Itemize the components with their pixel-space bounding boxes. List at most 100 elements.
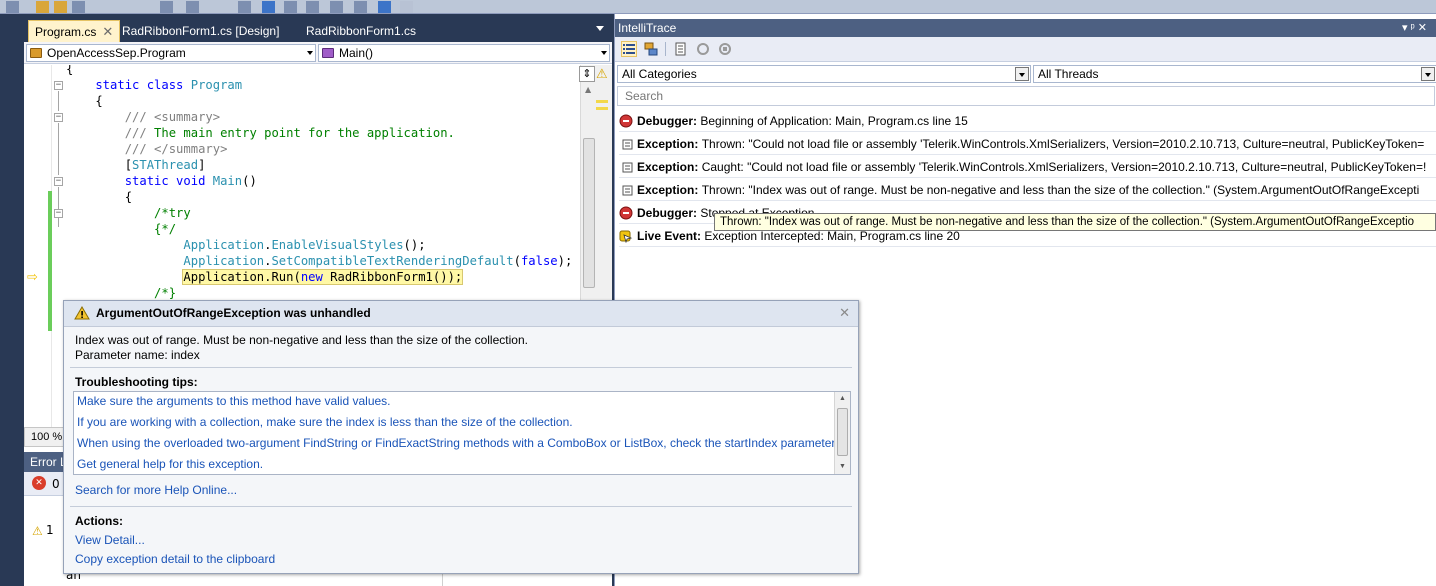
type-combo[interactable]: OpenAccessSep.Program — [26, 44, 316, 62]
chevron-down-icon[interactable] — [1421, 67, 1435, 81]
collapse-icon[interactable]: − — [54, 113, 63, 122]
toolbar-button-icon[interactable] — [330, 1, 343, 13]
event-text: Thrown: "Could not load file or assembly… — [701, 137, 1425, 151]
toolbar-button-icon[interactable] — [36, 1, 49, 13]
tab-label: Program.cs — [35, 25, 97, 39]
event-text: Beginning of Application: Main, Program.… — [700, 114, 968, 128]
chevron-down-icon — [601, 51, 607, 55]
member-combo-value: Main() — [339, 46, 374, 60]
toolbar-button-icon[interactable] — [354, 1, 367, 13]
error-icon[interactable]: ✕ — [32, 476, 46, 490]
toolbar-button-icon[interactable] — [54, 1, 67, 13]
live-event-icon — [619, 228, 633, 244]
tips-heading: Troubleshooting tips: — [75, 375, 198, 389]
toolbar-button-icon[interactable] — [262, 1, 275, 13]
toolbar-button-icon[interactable] — [6, 1, 19, 13]
main-toolbar — [0, 0, 1436, 14]
class-icon — [30, 48, 42, 58]
call-view-icon[interactable] — [643, 41, 659, 57]
event-row[interactable]: Exception: Thrown: "Index was out of ran… — [619, 179, 1436, 201]
scroll-thumb[interactable] — [837, 408, 848, 456]
method-icon — [322, 48, 334, 58]
exception-parameter: Parameter name: index — [75, 348, 200, 362]
scroll-down-icon[interactable]: ▼ — [839, 463, 846, 470]
tab-label: RadRibbonForm1.cs [Design] — [122, 24, 280, 38]
thread-filter-combo[interactable]: All Threads — [1033, 65, 1436, 83]
tip-link[interactable]: Make sure the arguments to this method h… — [77, 394, 391, 408]
outline-line — [58, 123, 59, 175]
event-type: Exception — [637, 183, 695, 197]
toolbar-button-icon[interactable] — [378, 1, 391, 13]
type-combo-value: OpenAccessSep.Program — [47, 46, 186, 60]
collapse-icon[interactable]: − — [54, 177, 63, 186]
panel-title: IntelliTrace — [618, 21, 677, 35]
outline-line — [58, 91, 59, 111]
tip-link[interactable]: If you are working with a collection, ma… — [77, 415, 573, 429]
tip-link[interactable]: When using the overloaded two-argument F… — [77, 436, 838, 450]
change-tracking-bar — [48, 191, 52, 331]
dialog-title: ArgumentOutOfRangeException was unhandle… — [96, 306, 371, 320]
scroll-up-icon[interactable]: ▲ — [585, 85, 591, 94]
divider — [70, 367, 852, 368]
close-icon[interactable]: ✕ — [839, 305, 850, 321]
thread-filter-value: All Threads — [1038, 67, 1099, 81]
toolbar-button-icon[interactable] — [186, 1, 199, 13]
tab-radribbonform1-design[interactable]: RadRibbonForm1.cs [Design] — [116, 20, 285, 42]
open-log-icon[interactable] — [717, 41, 733, 57]
search-help-online-link[interactable]: Search for more Help Online... — [75, 483, 237, 497]
collapse-icon[interactable]: − — [54, 209, 63, 218]
scroll-marker — [596, 100, 608, 103]
code-line: static class Program — [66, 78, 243, 92]
event-search-input[interactable]: Search — [617, 86, 1435, 106]
category-filter-combo[interactable]: All Categories — [617, 65, 1031, 83]
event-text: Thrown: "Index was out of range. Must be… — [701, 183, 1420, 197]
exception-message: Index was out of range. Must be non-nega… — [75, 333, 528, 347]
code-line: { — [66, 94, 103, 108]
tabs-dropdown-icon[interactable] — [596, 26, 604, 31]
toolbar-button-icon[interactable] — [400, 1, 413, 13]
code-line: { — [66, 65, 74, 76]
scroll-up-icon[interactable]: ▲ — [839, 395, 846, 402]
toolbar-button-icon[interactable] — [160, 1, 173, 13]
code-line: /*try — [66, 206, 191, 220]
actions-heading: Actions: — [75, 514, 123, 528]
split-window-icon[interactable]: ⇕ — [579, 66, 595, 82]
toolbar-button-icon[interactable] — [238, 1, 251, 13]
pin-icon[interactable]: ▾ ᵖ ✕ — [1402, 19, 1427, 37]
toolbar-button-icon[interactable] — [306, 1, 319, 13]
refresh-icon[interactable] — [695, 41, 711, 57]
code-line: Application.EnableVisualStyles(); — [183, 238, 426, 252]
event-row[interactable]: Exception: Thrown: "Could not load file … — [619, 133, 1436, 155]
exception-icon — [619, 136, 633, 150]
close-icon[interactable]: ✕ — [102, 24, 113, 39]
exception-icon — [619, 159, 633, 173]
event-type: Live Event — [637, 229, 698, 243]
warning-icon: ⚠ — [32, 524, 43, 538]
list-view-icon[interactable] — [621, 41, 637, 57]
chevron-down-icon[interactable] — [1015, 67, 1029, 81]
view-detail-link[interactable]: View Detail... — [75, 533, 145, 547]
code-line: static void Main() — [66, 174, 257, 188]
tip-link[interactable]: Get general help for this exception. — [77, 457, 263, 471]
tab-program-cs[interactable]: Program.cs ✕ — [28, 20, 121, 42]
event-type: Debugger — [637, 206, 694, 220]
exception-assistant-dialog: ArgumentOutOfRangeException was unhandle… — [63, 300, 859, 574]
scroll-thumb[interactable] — [583, 138, 595, 288]
event-row[interactable]: Debugger: Beginning of Application: Main… — [619, 110, 1436, 132]
tips-scrollbar[interactable]: ▲ ▼ — [834, 392, 850, 474]
intellitrace-title-bar: IntelliTrace ▾ ᵖ ✕ — [615, 19, 1436, 37]
member-combo[interactable]: Main() — [318, 44, 610, 62]
copy-exception-detail-link[interactable]: Copy exception detail to the clipboard — [75, 552, 275, 566]
search-placeholder: Search — [625, 89, 664, 103]
category-filter-value: All Categories — [622, 67, 697, 81]
current-statement-line: Application.Run(new RadRibbonForm1()); — [182, 269, 464, 285]
tab-radribbonform1-cs[interactable]: RadRibbonForm1.cs — [300, 20, 422, 42]
toolbar-button-icon[interactable] — [72, 1, 85, 13]
settings-icon[interactable] — [673, 41, 689, 57]
chevron-down-icon — [307, 51, 313, 55]
toolbar-button-icon[interactable] — [284, 1, 297, 13]
collapse-icon[interactable]: − — [54, 81, 63, 90]
current-statement-arrow-icon: ⇨ — [27, 270, 38, 285]
event-text: Caught: "Could not load file or assembly… — [701, 160, 1427, 174]
event-row[interactable]: Exception: Caught: "Could not load file … — [619, 156, 1436, 178]
